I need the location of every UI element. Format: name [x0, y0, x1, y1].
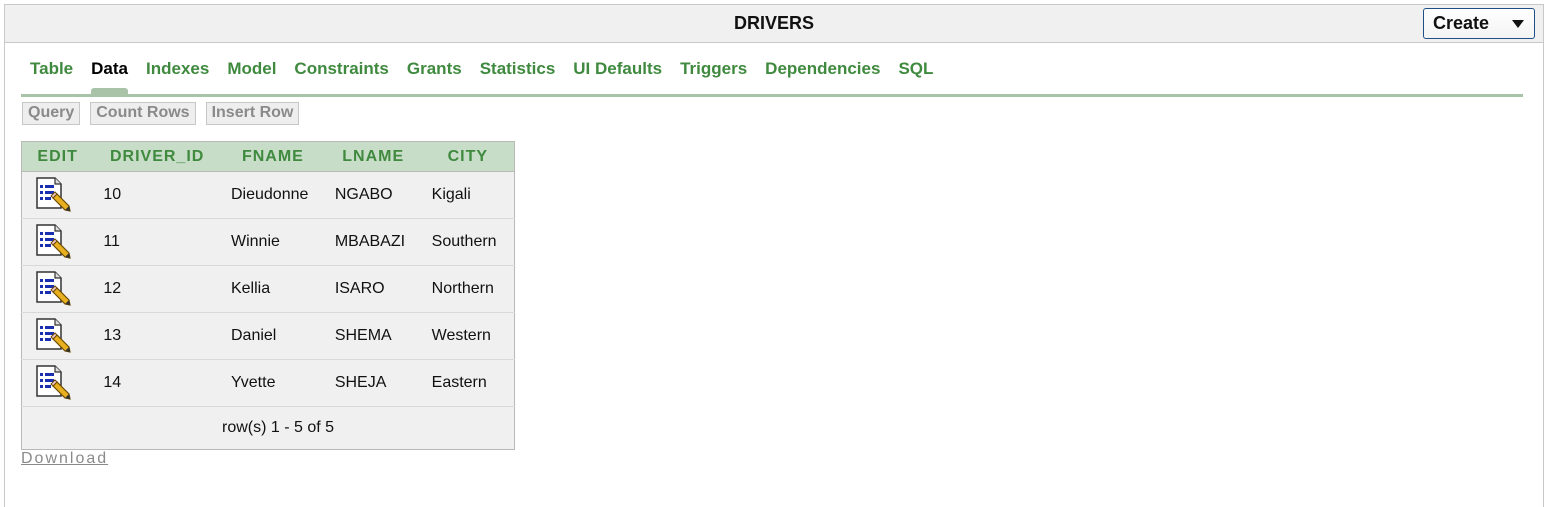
cell-lname: NGABO	[324, 171, 422, 219]
edit-record-icon[interactable]	[34, 269, 74, 309]
cell-driver-id: 11	[93, 218, 221, 266]
tab-grants[interactable]: Grants	[398, 57, 471, 91]
edit-record-icon[interactable]	[34, 175, 74, 215]
cell-fname: Winnie	[220, 218, 325, 266]
table-row: 11 Winnie MBABAZI Southern	[21, 218, 515, 266]
query-button[interactable]: Query	[22, 102, 81, 125]
create-button-label: Create	[1433, 13, 1490, 33]
cell-driver-id: 10	[93, 171, 221, 219]
table-row: 13 Daniel SHEMA Western	[21, 312, 515, 360]
download-link[interactable]: Download	[21, 450, 108, 468]
caret-down-icon	[1512, 20, 1524, 28]
table-footer-row: row(s) 1 - 5 of 5	[21, 406, 515, 450]
page-title: DRIVERS	[733, 13, 814, 33]
tab-dependencies[interactable]: Dependencies	[756, 57, 889, 91]
cell-driver-id: 12	[93, 265, 221, 313]
edit-cell	[21, 218, 94, 266]
tab-triggers[interactable]: Triggers	[671, 57, 756, 91]
pagination-text: row(s) 1 - 5 of 5	[21, 406, 515, 450]
tab-ui-defaults[interactable]: UI Defaults	[564, 57, 671, 91]
insert-row-button[interactable]: Insert Row	[205, 102, 300, 125]
tab-statistics[interactable]: Statistics	[471, 57, 565, 91]
column-header-driver-id[interactable]: DRIVER_ID	[93, 141, 221, 172]
column-header-fname[interactable]: FNAME	[220, 141, 325, 172]
tab-data[interactable]: Data	[82, 57, 137, 94]
edit-record-icon[interactable]	[34, 363, 74, 403]
edit-cell	[21, 359, 94, 407]
cell-city: Southern	[421, 218, 515, 266]
cell-fname: Daniel	[220, 312, 325, 360]
column-header-edit: EDIT	[21, 141, 94, 172]
title-bar: DRIVERS Create	[5, 5, 1543, 43]
edit-cell	[21, 312, 94, 360]
cell-lname: MBABAZI	[324, 218, 422, 266]
cell-city: Northern	[421, 265, 515, 313]
edit-cell	[21, 265, 94, 313]
table-row: 14 Yvette SHEJA Eastern	[21, 359, 515, 407]
create-button[interactable]: Create	[1423, 8, 1535, 39]
cell-lname: ISARO	[324, 265, 422, 313]
cell-lname: SHEJA	[324, 359, 422, 407]
cell-city: Western	[421, 312, 515, 360]
column-header-city[interactable]: CITY	[421, 141, 515, 172]
cell-driver-id: 14	[93, 359, 221, 407]
cell-fname: Kellia	[220, 265, 325, 313]
cell-city: Kigali	[421, 171, 515, 219]
page-frame: DRIVERS Create Table Data Indexes Model …	[4, 4, 1544, 507]
tab-constraints[interactable]: Constraints	[285, 57, 397, 91]
table-row: 12 Kellia ISARO Northern	[21, 265, 515, 313]
cell-city: Eastern	[421, 359, 515, 407]
tab-model[interactable]: Model	[218, 57, 285, 91]
cell-fname: Dieudonne	[220, 171, 325, 219]
table-row: 10 Dieudonne NGABO Kigali	[21, 171, 515, 219]
data-table: EDIT DRIVER_ID FNAME LNAME CITY 10 Dieud…	[21, 141, 515, 450]
tab-sql[interactable]: SQL	[889, 57, 942, 91]
edit-record-icon[interactable]	[34, 316, 74, 356]
edit-record-icon[interactable]	[34, 222, 74, 262]
tab-indexes[interactable]: Indexes	[137, 57, 218, 91]
count-rows-button[interactable]: Count Rows	[90, 102, 196, 125]
cell-fname: Yvette	[220, 359, 325, 407]
column-header-lname[interactable]: LNAME	[324, 141, 422, 172]
table-header-row: EDIT DRIVER_ID FNAME LNAME CITY	[21, 141, 515, 172]
cell-lname: SHEMA	[324, 312, 422, 360]
tab-table[interactable]: Table	[21, 57, 82, 91]
action-buttons: Query Count Rows Insert Row	[22, 102, 300, 125]
object-tabs: Table Data Indexes Model Constraints Gra…	[21, 57, 1523, 97]
edit-cell	[21, 171, 94, 219]
cell-driver-id: 13	[93, 312, 221, 360]
